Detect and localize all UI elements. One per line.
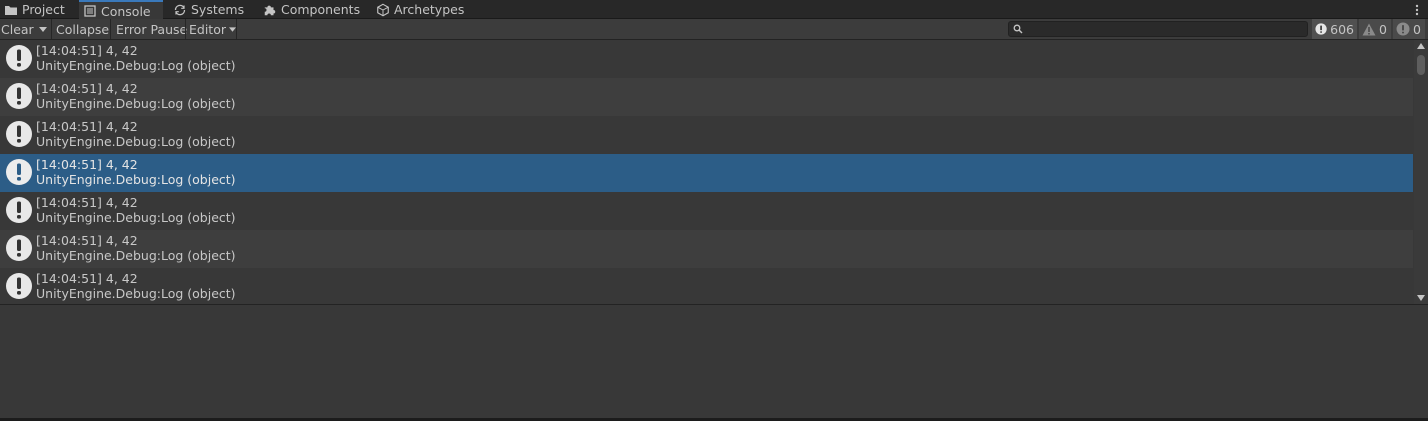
info-icon	[6, 83, 32, 109]
search-icon	[1013, 24, 1023, 34]
editor-dropdown-label: Editor	[189, 21, 226, 37]
log-stacktrace: UnityEngine.Debug:Log (object)	[36, 248, 236, 263]
log-stacktrace: UnityEngine.Debug:Log (object)	[36, 58, 236, 73]
tab-label: Project	[22, 2, 65, 17]
scroll-down-arrow-icon[interactable]	[1417, 295, 1425, 301]
console-icon	[83, 4, 97, 18]
warning-icon	[1362, 23, 1376, 35]
search-input[interactable]	[1027, 22, 1303, 36]
systems-icon	[173, 3, 187, 17]
puzzle-icon	[263, 3, 277, 17]
error-pause-button[interactable]: Error Pause	[111, 19, 187, 39]
log-stacktrace: UnityEngine.Debug:Log (object)	[36, 286, 236, 301]
log-message: [14:04:51] 4, 42	[36, 43, 138, 58]
tab-label: Systems	[191, 2, 245, 17]
log-entry-selected[interactable]: [14:04:51] 4, 42 UnityEngine.Debug:Log (…	[0, 154, 1413, 192]
tab-systems[interactable]: Systems	[169, 0, 248, 19]
info-icon	[1315, 23, 1327, 35]
log-message: [14:04:51] 4, 42	[36, 119, 138, 134]
warning-count: 0	[1379, 21, 1387, 37]
collapse-button[interactable]: Collapse	[52, 19, 110, 39]
info-icon	[6, 273, 32, 299]
log-message: [14:04:51] 4, 42	[36, 195, 138, 210]
clear-button[interactable]: Clear	[0, 19, 34, 39]
tab-project[interactable]: Project	[0, 0, 69, 19]
log-entry[interactable]: [14:04:51] 4, 42 UnityEngine.Debug:Log (…	[0, 230, 1413, 268]
error-icon	[1396, 22, 1410, 36]
error-count-toggle[interactable]: 0	[1393, 19, 1425, 39]
tab-label: Archetypes	[394, 2, 465, 17]
search-field[interactable]	[1008, 21, 1308, 37]
log-stacktrace: UnityEngine.Debug:Log (object)	[36, 172, 236, 187]
editor-dropdown[interactable]: Editor	[186, 19, 236, 39]
chevron-down-icon	[39, 26, 47, 32]
log-count-toggle[interactable]: 606	[1312, 19, 1357, 39]
info-icon	[6, 235, 32, 261]
log-count: 606	[1330, 21, 1354, 37]
info-icon	[6, 121, 32, 147]
clear-options-dropdown[interactable]	[35, 19, 51, 39]
window-tab-bar: Project Console Systems Components Arche…	[0, 0, 1428, 20]
log-entry[interactable]: [14:04:51] 4, 42 UnityEngine.Debug:Log (…	[0, 116, 1413, 154]
scroll-up-arrow-icon[interactable]	[1417, 43, 1425, 49]
archetypes-icon	[376, 3, 390, 17]
log-stacktrace: UnityEngine.Debug:Log (object)	[36, 134, 236, 149]
info-icon	[6, 197, 32, 223]
log-entry[interactable]: [14:04:51] 4, 42 UnityEngine.Debug:Log (…	[0, 192, 1413, 230]
info-icon	[6, 159, 32, 185]
tab-label: Console	[101, 3, 151, 19]
log-entry[interactable]: [14:04:51] 4, 42 UnityEngine.Debug:Log (…	[0, 40, 1413, 78]
console-toolbar: Clear Collapse Error Pause Editor 606 0 …	[0, 19, 1428, 40]
scrollbar-thumb[interactable]	[1417, 55, 1425, 75]
tab-label: Components	[281, 2, 361, 17]
log-message: [14:04:51] 4, 42	[36, 271, 138, 286]
tab-console[interactable]: Console	[79, 0, 163, 20]
log-stacktrace: UnityEngine.Debug:Log (object)	[36, 210, 236, 225]
log-stacktrace: UnityEngine.Debug:Log (object)	[36, 96, 236, 111]
log-message: [14:04:51] 4, 42	[36, 81, 138, 96]
info-icon	[6, 45, 32, 71]
tab-components[interactable]: Components	[259, 0, 364, 19]
error-count: 0	[1413, 21, 1421, 37]
log-list-scrollbar[interactable]	[1414, 40, 1428, 305]
chevron-down-icon	[229, 26, 236, 32]
log-entry[interactable]: [14:04:51] 4, 42 UnityEngine.Debug:Log (…	[0, 78, 1413, 116]
log-message: [14:04:51] 4, 42	[36, 233, 138, 248]
more-options-icon[interactable]	[1412, 1, 1422, 18]
log-message: [14:04:51] 4, 42	[36, 157, 138, 172]
warning-count-toggle[interactable]: 0	[1359, 19, 1391, 39]
folder-icon	[4, 3, 18, 17]
console-log-list: [14:04:51] 4, 42 UnityEngine.Debug:Log (…	[0, 40, 1414, 305]
log-entry[interactable]: [14:04:51] 4, 42 UnityEngine.Debug:Log (…	[0, 268, 1413, 305]
tab-archetypes[interactable]: Archetypes	[372, 0, 468, 19]
log-detail-panel	[0, 305, 1428, 418]
